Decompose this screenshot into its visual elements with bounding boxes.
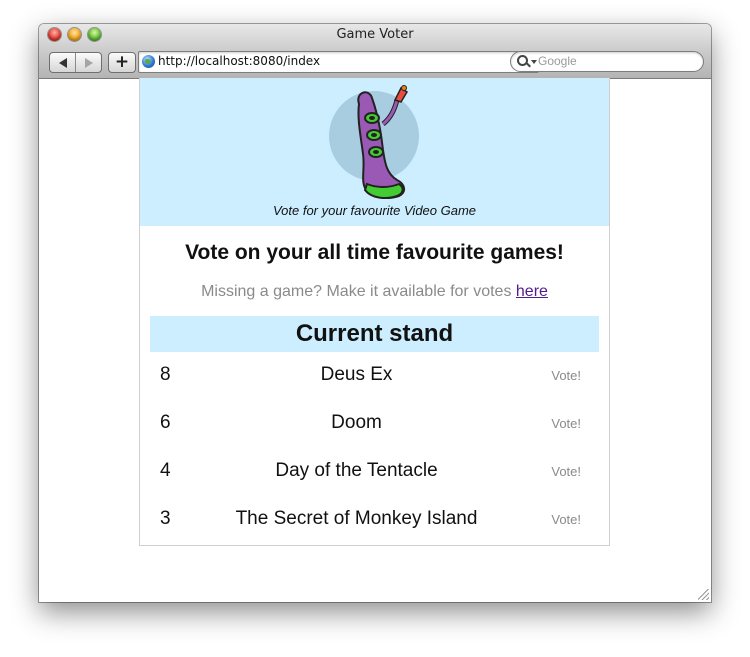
- game-row: 4 Day of the Tentacle Vote!: [150, 448, 599, 496]
- vote-button[interactable]: Vote!: [551, 464, 581, 479]
- page-container: Vote for your favourite Video Game Vote …: [139, 78, 610, 546]
- vote-count: 6: [160, 412, 171, 433]
- address-bar[interactable]: http://localhost:8080/index ↻: [138, 51, 539, 73]
- missing-game-prompt: Missing a game? Make it available for vo…: [201, 283, 516, 300]
- url-text[interactable]: http://localhost:8080/index: [158, 54, 320, 68]
- vote-count: 8: [160, 364, 171, 385]
- back-arrow-icon: [58, 57, 67, 68]
- vote-button[interactable]: Vote!: [551, 368, 581, 383]
- game-title: Deus Ex: [320, 364, 393, 385]
- back-button[interactable]: [50, 53, 75, 72]
- add-game-link[interactable]: here: [516, 283, 548, 300]
- purple-tentacle-icon: [329, 85, 419, 199]
- header-banner: Vote for your favourite Video Game: [140, 78, 609, 226]
- game-title: Day of the Tentacle: [275, 460, 438, 481]
- game-row: 3 The Secret of Monkey Island Vote!: [150, 496, 599, 544]
- search-box: [510, 51, 704, 72]
- game-title: The Secret of Monkey Island: [235, 508, 478, 529]
- vote-count: 4: [160, 460, 171, 481]
- tagline: Vote for your favourite Video Game: [272, 203, 477, 218]
- resize-grip-icon[interactable]: [698, 589, 709, 600]
- game-title: Doom: [331, 412, 382, 433]
- page-viewport: Vote for your favourite Video Game Vote …: [39, 78, 711, 602]
- current-stand-header: Current stand: [150, 316, 599, 352]
- forward-button[interactable]: [75, 53, 101, 72]
- navigation-buttons: [49, 52, 102, 73]
- window-title: Game Voter: [336, 27, 414, 42]
- browser-window: Game Voter + http://localhost:8080/index…: [39, 24, 711, 602]
- search-input[interactable]: [538, 53, 696, 69]
- missing-game-text: Missing a game? Make it available for vo…: [140, 283, 609, 301]
- vote-count: 3: [160, 508, 171, 529]
- page-headline: Vote on your all time favourite games!: [185, 241, 564, 264]
- globe-icon: [142, 55, 155, 68]
- vote-button[interactable]: Vote!: [551, 512, 581, 527]
- add-bookmark-button[interactable]: +: [108, 52, 136, 73]
- game-row: 8 Deus Ex Vote!: [150, 352, 599, 400]
- title-bar[interactable]: Game Voter + http://localhost:8080/index…: [39, 24, 711, 79]
- game-row: 6 Doom Vote!: [150, 400, 599, 448]
- forward-arrow-icon: [84, 57, 93, 68]
- search-dropdown-caret-icon[interactable]: [531, 60, 537, 64]
- magnifier-icon[interactable]: [517, 55, 528, 66]
- vote-button[interactable]: Vote!: [551, 416, 581, 431]
